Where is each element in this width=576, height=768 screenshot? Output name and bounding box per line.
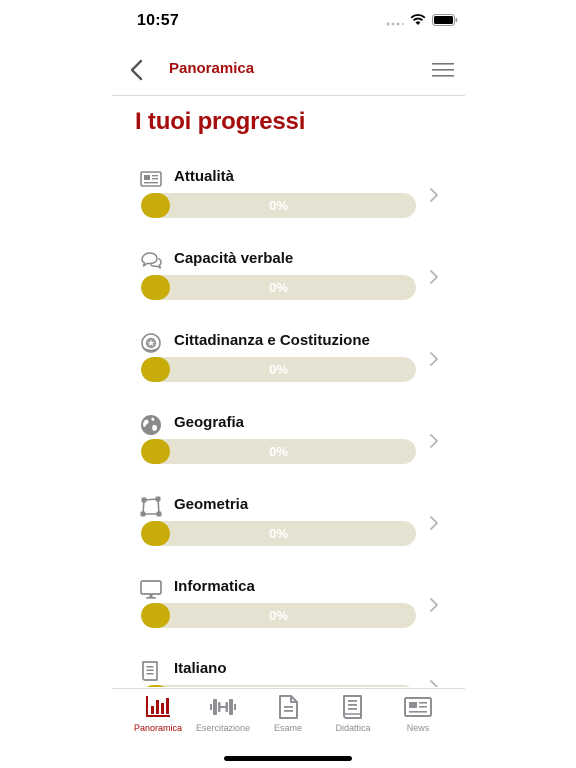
progress-bar: 0% bbox=[141, 685, 416, 687]
progress-bar: 0% bbox=[141, 357, 416, 382]
tab-label: Panoramica bbox=[133, 723, 183, 733]
progress-item-label: Geografia bbox=[174, 414, 245, 431]
chevron-right-icon bbox=[428, 432, 440, 450]
book-icon bbox=[139, 659, 163, 683]
menu-button[interactable] bbox=[431, 60, 455, 80]
progress-item-geografia[interactable]: Geografia 0% bbox=[112, 409, 465, 491]
chevron-left-icon bbox=[130, 59, 143, 81]
chevron-right-icon bbox=[428, 186, 440, 204]
progress-value: 0% bbox=[269, 280, 288, 295]
progress-item-attualita[interactable]: Attualità 0% bbox=[112, 163, 465, 245]
monitor-icon bbox=[139, 577, 163, 601]
nav-title: Panoramica bbox=[169, 60, 255, 77]
tab-esercitazione[interactable]: Esercitazione bbox=[190, 689, 256, 739]
progress-bar: 0% bbox=[141, 439, 416, 464]
progress-value: 0% bbox=[269, 526, 288, 541]
battery-icon bbox=[432, 13, 458, 31]
dumbbell-icon bbox=[210, 699, 236, 715]
chevron-right-icon bbox=[428, 350, 440, 368]
tab-label: Esame bbox=[273, 723, 302, 733]
chevron-right-icon bbox=[428, 514, 440, 532]
tab-label: News bbox=[406, 723, 430, 733]
progress-value: 0% bbox=[269, 444, 288, 459]
tab-news[interactable]: News bbox=[385, 689, 451, 739]
emblem-icon bbox=[139, 331, 163, 355]
tab-didattica[interactable]: Didattica bbox=[320, 689, 386, 739]
tab-label: Esercitazione bbox=[195, 723, 251, 733]
progress-value: 0% bbox=[269, 608, 288, 623]
back-button[interactable] bbox=[126, 56, 148, 84]
progress-bar: 0% bbox=[141, 521, 416, 546]
progress-item-label: Capacità verbale bbox=[174, 250, 294, 267]
progress-item-label: Attualità bbox=[174, 168, 234, 185]
progress-value: 0% bbox=[269, 198, 288, 213]
progress-value: 0% bbox=[141, 685, 416, 687]
page-title: I tuoi progressi bbox=[135, 108, 306, 135]
progress-item-cittadinanza[interactable]: Cittadinanza e Costituzione 0% bbox=[112, 327, 465, 409]
document-icon bbox=[279, 695, 298, 719]
newspaper-icon bbox=[139, 167, 163, 191]
chevron-right-icon bbox=[428, 678, 440, 687]
speech-bubbles-icon bbox=[139, 249, 163, 273]
tab-esame[interactable]: Esame bbox=[255, 689, 321, 739]
progress-item-label: Cittadinanza e Costituzione bbox=[174, 332, 370, 349]
progress-item-label: Italiano bbox=[174, 660, 227, 677]
progress-item-informatica[interactable]: Informatica 0% bbox=[112, 573, 465, 655]
status-bar: 10:57 bbox=[0, 0, 576, 44]
progress-item-capacita-verbale[interactable]: Capacità verbale 0% bbox=[112, 245, 465, 327]
progress-bar: 0% bbox=[141, 603, 416, 628]
signal-icon bbox=[386, 13, 404, 31]
status-time: 10:57 bbox=[137, 12, 179, 29]
progress-scroll-area[interactable]: I tuoi progressi Attualità 0% Capacità v… bbox=[112, 97, 465, 687]
progress-bar: 0% bbox=[141, 275, 416, 300]
polygon-icon bbox=[139, 495, 163, 519]
globe-icon bbox=[139, 413, 163, 437]
chevron-right-icon bbox=[428, 596, 440, 614]
progress-item-geometria[interactable]: Geometria 0% bbox=[112, 491, 465, 573]
bar-chart-icon bbox=[146, 696, 170, 717]
progress-item-label: Geometria bbox=[174, 496, 249, 513]
progress-item-italiano[interactable]: Italiano 0% bbox=[112, 655, 465, 687]
tab-label: Didattica bbox=[335, 723, 371, 733]
newspaper-icon bbox=[404, 697, 432, 717]
status-icons bbox=[386, 13, 458, 31]
home-indicator[interactable] bbox=[224, 756, 352, 761]
wifi-icon bbox=[410, 13, 426, 31]
hamburger-menu-icon bbox=[432, 63, 454, 77]
navigation-bar: Panoramica bbox=[112, 46, 465, 96]
progress-value: 0% bbox=[269, 362, 288, 377]
chevron-right-icon bbox=[428, 268, 440, 286]
tab-panoramica[interactable]: Panoramica bbox=[125, 689, 191, 739]
progress-bar: 0% bbox=[141, 193, 416, 218]
progress-item-label: Informatica bbox=[174, 578, 255, 595]
book-icon bbox=[343, 695, 362, 719]
